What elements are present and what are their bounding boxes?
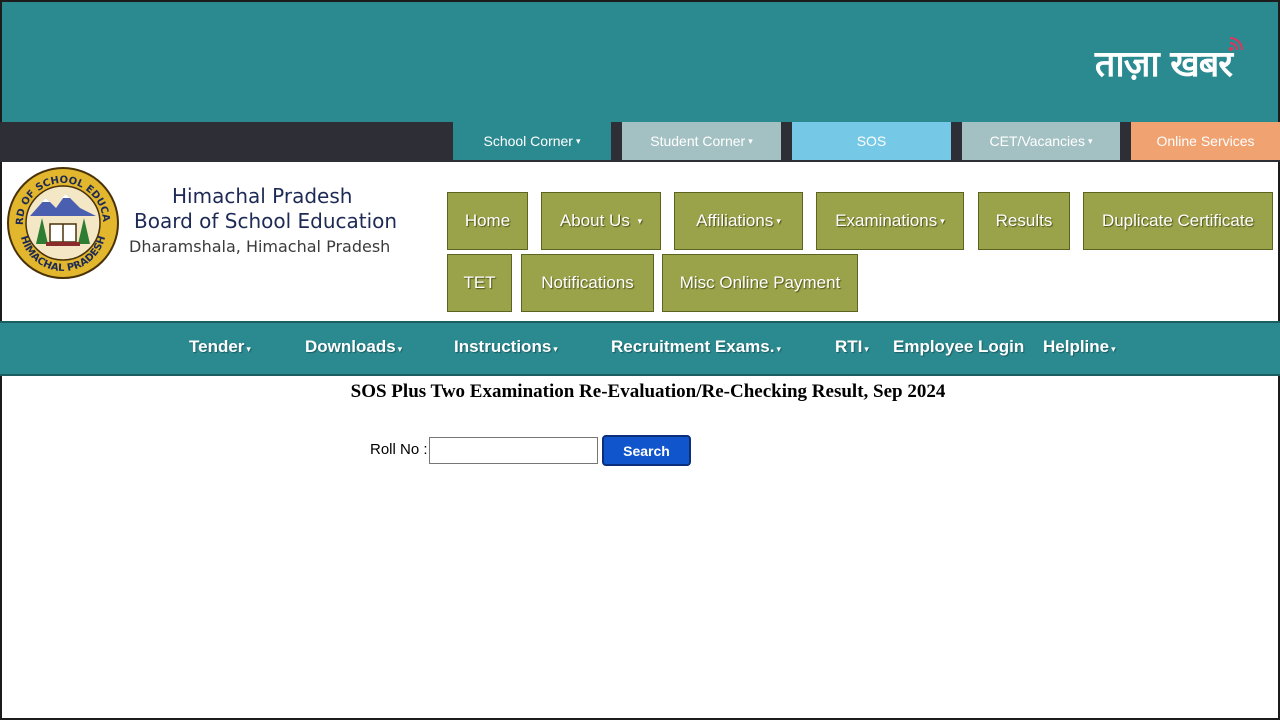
org-name-line2: Board of School Education	[134, 209, 398, 233]
top-banner	[0, 0, 1280, 122]
org-location: Dharamshala, Himachal Pradesh	[129, 237, 391, 256]
subnav-downloads[interactable]: Downloads ▾	[305, 337, 402, 357]
caret-down-icon: ▾	[397, 344, 403, 354]
nav-label: Examinations	[835, 211, 938, 230]
nav-label: About Us	[559, 211, 630, 230]
subnav-helpline[interactable]: Helpline ▾	[1043, 337, 1116, 357]
caret-down-icon: ▾	[575, 135, 581, 146]
nav-label: Results	[995, 211, 1053, 230]
subnav-label: Helpline	[1043, 337, 1110, 356]
caret-down-icon: ▾	[776, 215, 781, 226]
subnav-instructions[interactable]: Instructions ▾	[454, 337, 558, 357]
subnav-recruitment-exams[interactable]: Recruitment Exams. ▾	[611, 337, 781, 357]
nav-tet-button[interactable]: TET	[447, 254, 512, 312]
org-name-line1: Himachal Pradesh	[172, 184, 353, 208]
board-seal-logo[interactable]: BOARD OF SCHOOL EDUCATION HIMACHAL PRADE…	[6, 166, 120, 280]
tab-label: SOS	[856, 133, 887, 149]
nav-notifications-button[interactable]: Notifications	[521, 254, 654, 312]
caret-down-icon: ▾	[637, 215, 643, 226]
subnav-rti[interactable]: RTI ▾	[835, 337, 869, 357]
subnav-label: Instructions	[454, 337, 552, 356]
tab-label: School Corner	[483, 133, 573, 149]
roll-no-input[interactable]	[429, 437, 598, 464]
subnav-tender[interactable]: Tender ▾	[189, 337, 251, 357]
nav-label: Home	[464, 211, 511, 230]
brand-logo-text[interactable]: ताज़ा खबर	[1095, 38, 1233, 87]
roll-no-label: Roll No :	[370, 441, 428, 458]
nav-label: Notifications	[541, 273, 634, 292]
tab-cet-vacancies[interactable]: CET/Vacancies ▾	[962, 122, 1120, 160]
caret-down-icon: ▾	[748, 135, 753, 146]
subnav-employee-login[interactable]: Employee Login	[893, 337, 1024, 357]
nav-home-button[interactable]: Home	[447, 192, 528, 250]
nav-duplicate-certificate-button[interactable]: Duplicate Certificate	[1083, 192, 1273, 250]
caret-down-icon: ▾	[864, 344, 869, 354]
tab-school-corner[interactable]: School Corner ▾	[453, 122, 611, 160]
subnav-label: Employee Login	[893, 337, 1025, 356]
nav-results-button[interactable]: Results	[978, 192, 1070, 250]
rss-signal-icon	[1229, 37, 1243, 51]
tab-label: Online Services	[1156, 133, 1255, 149]
caret-down-icon: ▾	[1111, 344, 1116, 354]
tab-online-services[interactable]: Online Services	[1131, 122, 1280, 160]
main-content	[0, 376, 1280, 720]
caret-down-icon: ▾	[553, 344, 558, 354]
tab-sos[interactable]: SOS	[792, 122, 951, 160]
nav-label: Duplicate Certificate	[1101, 211, 1255, 230]
nav-label: Affiliations	[696, 211, 774, 230]
nav-examinations-button[interactable]: Examinations ▾	[816, 192, 964, 250]
nav-misc-online-payment-button[interactable]: Misc Online Payment	[662, 254, 858, 312]
caret-down-icon: ▾	[246, 344, 251, 354]
nav-label: TET	[463, 273, 496, 292]
nav-label: Misc Online Payment	[679, 273, 841, 292]
tab-label: CET/Vacancies	[989, 133, 1085, 149]
nav-affiliations-button[interactable]: Affiliations ▾	[674, 192, 803, 250]
caret-down-icon: ▾	[776, 344, 781, 354]
caret-down-icon: ▾	[940, 215, 945, 226]
subnav-label: RTI	[835, 337, 863, 356]
subnav-label: Tender	[189, 337, 245, 356]
nav-about-us-button[interactable]: About Us ▾	[541, 192, 661, 250]
tab-label: Student Corner	[650, 133, 746, 149]
subnav-label: Recruitment Exams.	[611, 337, 775, 356]
search-button[interactable]: Search	[602, 435, 691, 466]
tab-student-corner[interactable]: Student Corner ▾	[622, 122, 781, 160]
subnav-label: Downloads	[305, 337, 396, 356]
page-title: SOS Plus Two Examination Re-Evaluation/R…	[350, 381, 946, 402]
caret-down-icon: ▾	[1087, 135, 1093, 146]
